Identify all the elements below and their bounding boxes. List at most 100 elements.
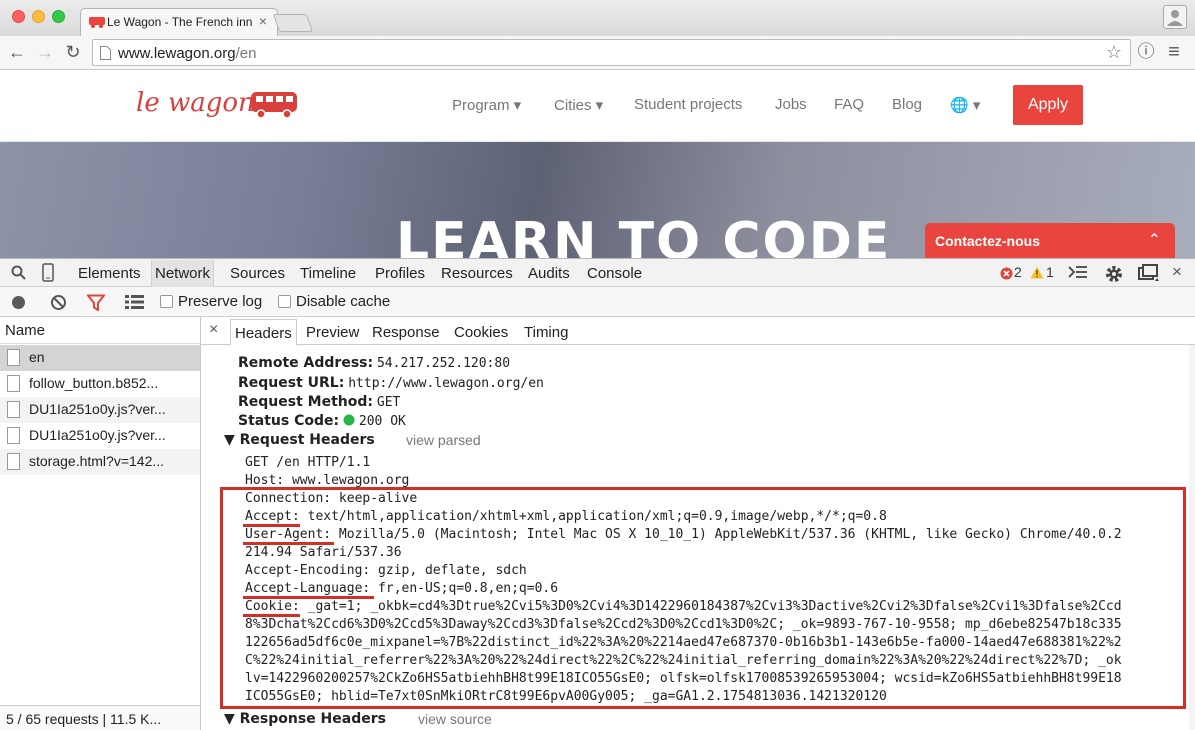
tab-cookies[interactable]: Cookies [454,324,508,341]
tab-preview[interactable]: Preview [306,324,359,341]
tab-elements[interactable]: Elements [78,265,141,282]
site-logo[interactable]: le wagon [136,88,255,118]
request-name: DU1Ia251o0y.js?ver... [29,401,166,417]
profile-button[interactable] [1163,5,1187,29]
tab-close-icon[interactable]: × [259,13,267,29]
view-source-link[interactable]: view source [418,711,492,727]
menu-icon[interactable]: ≡ [1163,40,1185,64]
nav-faq[interactable]: FAQ [834,96,864,113]
network-filterbar: Preserve log Disable cache [0,287,1195,317]
tab-profiles[interactable]: Profiles [375,265,425,282]
error-count[interactable]: 2 [1014,264,1022,280]
header-line: Host: www.lewagon.org [245,473,410,488]
contact-button[interactable]: Contactez-nous ⌃ [925,223,1175,259]
apply-button[interactable]: Apply [1013,85,1083,125]
disable-cache-label[interactable]: Disable cache [296,293,390,310]
minimize-window-button[interactable] [32,10,45,23]
drawer-console-icon[interactable] [1068,265,1088,281]
filter-icon[interactable] [87,294,105,311]
reload-icon[interactable]: ↻ [62,40,84,64]
disable-cache-checkbox[interactable] [278,295,291,308]
close-devtools-icon[interactable]: × [1172,262,1182,282]
devtools-tabbar: Elements Network Sources Timeline Profil… [0,258,1195,287]
warning-icon[interactable] [1030,266,1044,279]
name-column-header[interactable]: Name [0,317,200,344]
tab-timing[interactable]: Timing [524,324,568,341]
clear-icon[interactable] [50,294,67,311]
remote-address-row: Remote Address: 54.217.252.120:80 [238,354,510,371]
request-url-value: http://www.lewagon.org/en [348,376,544,391]
url-text: www.lewagon.org/en [118,45,256,62]
request-method-row: Request Method: GET [238,393,400,410]
status-code-row: Status Code: 200 OK [238,412,406,429]
view-parsed-link[interactable]: view parsed [406,432,481,448]
close-window-button[interactable] [12,10,25,23]
new-tab-button[interactable] [272,14,314,32]
error-icon[interactable] [1000,267,1013,280]
dock-side-icon[interactable] [1138,264,1160,283]
file-icon [7,375,20,392]
file-icon [7,427,20,444]
accent-underline [243,614,300,617]
maximize-window-button[interactable] [52,10,65,23]
file-icon [7,453,20,470]
language-globe-icon[interactable]: 🌐 ▾ [950,96,980,114]
list-view-icon[interactable] [125,295,144,309]
warning-count[interactable]: 1 [1046,264,1054,280]
response-headers-toggle[interactable]: ▼ Response Headers [224,711,386,727]
address-bar[interactable]: www.lewagon.org/en ☆ [92,39,1131,66]
record-icon[interactable] [11,295,26,310]
header-line: GET /en HTTP/1.1 [245,455,371,470]
status-ok-dot-icon [343,414,355,426]
info-icon[interactable]: ⓘ [1135,40,1157,64]
tab-title: Le Wagon - The French inn [107,15,252,29]
request-name: storage.html?v=142... [29,453,165,469]
preserve-log-label[interactable]: Preserve log [178,293,262,310]
device-mode-icon[interactable] [42,263,54,282]
tab-timeline[interactable]: Timeline [300,265,356,282]
page-icon [100,46,111,60]
tab-console[interactable]: Console [587,265,642,282]
request-url-row: Request URL: http://www.lewagon.org/en [238,374,544,391]
contact-label: Contactez-nous [935,233,1040,249]
tab-network[interactable]: Network [151,260,215,287]
tab-resources[interactable]: Resources [441,265,513,282]
gear-icon[interactable] [1104,264,1124,283]
bus-favicon-icon [89,17,105,28]
person-icon [1167,10,1183,26]
network-summary: 5 / 65 requests | 11.5 K... [0,705,200,730]
list-item[interactable]: follow_button.b852... [0,371,200,397]
request-name: en [29,349,45,365]
request-name: DU1Ia251o0y.js?ver... [29,427,166,443]
nav-blog[interactable]: Blog [892,96,922,113]
nav-student-projects[interactable]: Student projects [634,96,742,113]
nav-cities[interactable]: Cities ▾ [554,96,603,114]
nav-program[interactable]: Program ▾ [452,96,521,114]
search-icon[interactable] [11,265,27,281]
list-item[interactable]: DU1Ia251o0y.js?ver... [0,423,200,449]
tab-sources[interactable]: Sources [230,265,285,282]
browser-tab[interactable]: Le Wagon - The French inn × [80,8,278,36]
status-code-key: Status Code: [238,413,340,429]
tab-headers[interactable]: Headers [230,319,297,346]
summary-text: 5 / 65 requests | 11.5 K... [6,711,162,727]
close-detail-icon[interactable]: × [209,321,218,339]
list-item[interactable]: en [0,345,200,371]
preserve-log-checkbox[interactable] [160,295,173,308]
remote-address-key: Remote Address: [238,355,374,371]
detail-scrollbar[interactable] [1189,345,1195,730]
back-arrow-icon[interactable]: ← [6,40,28,64]
nav-jobs[interactable]: Jobs [775,96,807,113]
tab-audits[interactable]: Audits [528,265,570,282]
forward-arrow-icon[interactable]: → [34,40,56,64]
request-list: Name en follow_button.b852... DU1Ia251o0… [0,317,201,730]
chevron-up-icon: ⌃ [1147,232,1161,249]
list-item[interactable]: DU1Ia251o0y.js?ver... [0,397,200,423]
bookmark-star-icon[interactable]: ☆ [1106,42,1122,63]
tab-response[interactable]: Response [372,324,440,341]
url-host: www.lewagon.org [118,45,236,62]
detail-tabbar: × Headers Preview Response Cookies Timin… [201,317,1195,346]
request-url-key: Request URL: [238,375,345,391]
list-item[interactable]: storage.html?v=142... [0,449,200,475]
request-headers-toggle[interactable]: ▼ Request Headers [224,432,375,448]
